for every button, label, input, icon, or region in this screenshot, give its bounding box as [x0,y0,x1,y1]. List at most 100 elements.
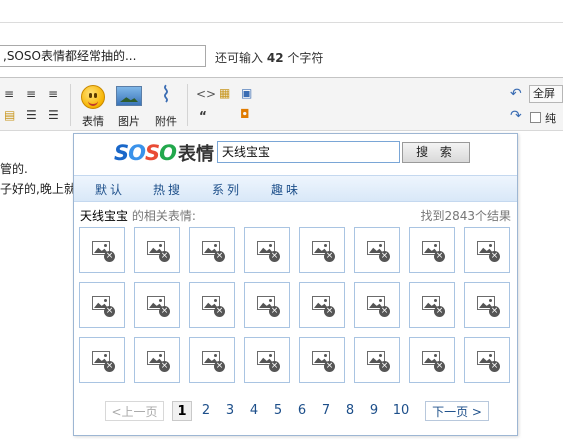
image-button[interactable]: 图片 [112,84,146,128]
page-link[interactable]: 8 [340,401,360,421]
emoticon-cell[interactable]: × [79,227,125,273]
error-badge-icon: × [324,361,335,372]
undo-icon[interactable]: ↶ [510,87,522,101]
tab-default[interactable]: 默认 [95,181,125,198]
error-badge-icon: × [159,361,170,372]
error-badge-icon: × [489,361,500,372]
indent-icon[interactable]: ▤ [4,108,15,122]
emoticon-cell[interactable]: × [299,282,345,328]
emoticon-cell[interactable]: × [354,282,400,328]
emoticon-cell[interactable]: × [189,227,235,273]
emoticon-cell[interactable]: × [79,282,125,328]
error-badge-icon: × [379,361,390,372]
error-badge-icon: × [214,251,225,262]
char-remaining-text: 还可输入 42 个字符 [215,49,323,66]
ordered-list-icon[interactable]: ☰ [26,108,37,122]
align-left-icon[interactable]: ≡ [4,87,14,101]
emoticon-cell[interactable]: × [189,337,235,383]
emoticon-cell[interactable]: × [244,337,290,383]
quote-icon[interactable]: “ [199,109,207,123]
emoticon-cell[interactable]: × [134,337,180,383]
paperclip-icon: ⌇ [160,83,172,108]
emoticon-cell[interactable]: × [299,227,345,273]
emoticon-cell[interactable]: × [464,227,510,273]
align-right-icon[interactable]: ≡ [48,87,58,101]
next-page-button[interactable]: 下一页 > [425,401,489,421]
emoticon-cell[interactable]: × [464,337,510,383]
emoticon-cell[interactable]: × [354,337,400,383]
prev-page-button[interactable]: <上一页 [105,401,164,421]
plain-text-checkbox[interactable] [530,112,541,123]
tab-hot[interactable]: 热搜 [153,181,183,198]
emoticon-cell[interactable]: × [244,227,290,273]
editor-text-line: 子好的,晚上就 [0,182,76,196]
emoticon-cell[interactable]: × [409,282,455,328]
emoticon-cell[interactable]: × [244,282,290,328]
page-link[interactable]: 6 [292,401,312,421]
page-link[interactable]: 10 [388,401,414,421]
page-link[interactable]: 5 [268,401,288,421]
emoticon-cell[interactable]: × [409,227,455,273]
picture-icon [116,86,142,106]
page-link[interactable]: 2 [196,401,216,421]
error-badge-icon: × [104,361,115,372]
emoticon-grid: × × × × × × × × × × × × × × × × × × × × × × × × [79,227,514,394]
error-badge-icon: × [269,306,280,317]
error-badge-icon: × [214,306,225,317]
error-badge-icon: × [324,306,335,317]
code-block-icon[interactable]: ◘ [240,107,250,121]
page-link[interactable]: 9 [364,401,384,421]
error-badge-icon: × [434,306,445,317]
error-badge-icon: × [434,251,445,262]
emoticon-cell[interactable]: × [134,282,180,328]
emoticon-cell[interactable]: × [134,227,180,273]
emoticon-cell[interactable]: × [79,337,125,383]
soso-emoticon-panel: SOSO 表情 天线宝宝 搜 索 默认 热搜 系列 趣味 天线宝宝 的相关表情: … [73,133,518,436]
source-code-icon[interactable]: <> [196,87,216,101]
emoticon-cell[interactable]: × [299,337,345,383]
result-count: 找到2843个结果 [420,209,511,223]
error-badge-icon: × [159,251,170,262]
error-badge-icon: × [379,251,390,262]
attachment-button[interactable]: ⌇ 附件 [149,83,183,129]
flash-icon[interactable]: ▦ [219,86,230,100]
redo-icon[interactable]: ↷ [510,109,522,123]
emoticon-cell[interactable]: × [189,282,235,328]
fullscreen-button[interactable]: 全屏 [529,85,563,103]
page-link[interactable]: 3 [220,401,240,421]
plain-text-label: 纯 [545,112,556,125]
emoticon-cell[interactable]: × [354,227,400,273]
search-button[interactable]: 搜 索 [402,142,470,163]
emoticon-cell[interactable]: × [464,282,510,328]
post-title-input[interactable]: ,SOSO表情都经常抽的... [0,45,206,67]
top-divider [0,22,563,23]
emoticon-tabs: 默认 热搜 系列 趣味 [74,175,517,202]
emoticon-button[interactable]: 表情 [76,84,110,128]
error-badge-icon: × [104,251,115,262]
page-link[interactable]: 4 [244,401,264,421]
document-icon[interactable]: ▣ [241,86,252,100]
emoticon-label: 表情 [82,115,104,128]
smiley-icon [81,85,105,109]
page-current[interactable]: 1 [172,401,192,421]
error-badge-icon: × [489,251,500,262]
tab-fun[interactable]: 趣味 [271,181,301,198]
remain-prefix: 还可输入 [215,51,264,65]
error-badge-icon: × [324,251,335,262]
emoticon-cell[interactable]: × [409,337,455,383]
page-link[interactable]: 7 [316,401,336,421]
error-badge-icon: × [379,306,390,317]
error-badge-icon: × [434,361,445,372]
error-badge-icon: × [489,306,500,317]
result-suffix: 的相关表情: [128,209,196,223]
toolbar-separator [187,84,188,126]
emoticon-search-input[interactable]: 天线宝宝 [217,141,400,163]
tab-series[interactable]: 系列 [212,181,242,198]
align-center-icon[interactable]: ≡ [26,87,36,101]
error-badge-icon: × [159,306,170,317]
remain-suffix: 个字符 [287,51,324,65]
result-keyword: 天线宝宝 [80,209,129,223]
unordered-list-icon[interactable]: ☰ [48,108,59,122]
attachment-label: 附件 [155,115,177,128]
error-badge-icon: × [269,251,280,262]
